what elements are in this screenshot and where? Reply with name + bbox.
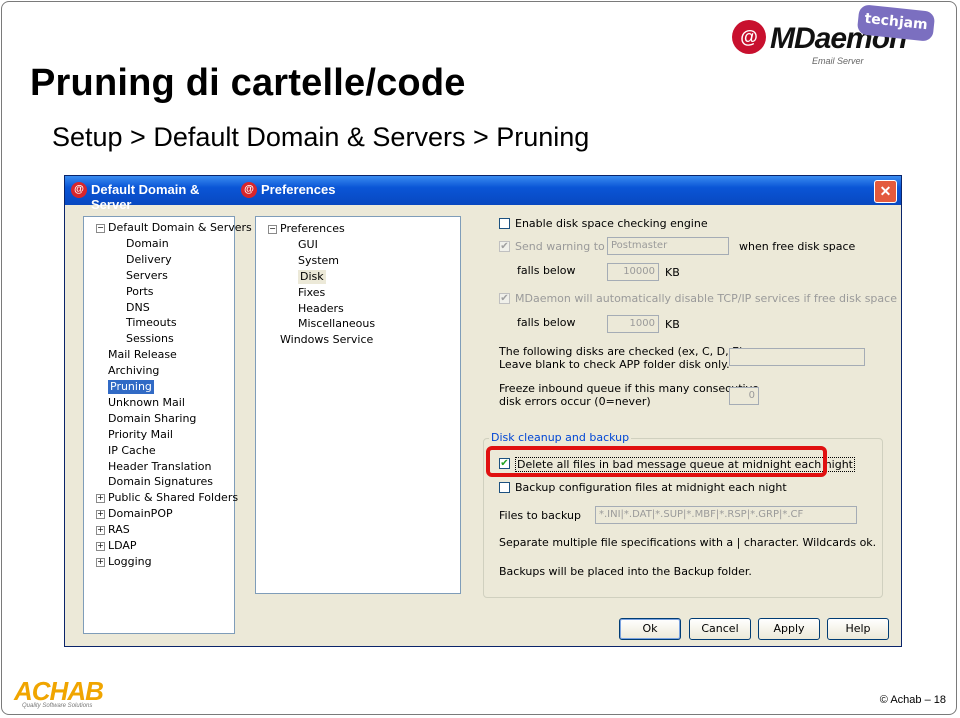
cleanup-group-label: Disk cleanup and backup [489,431,632,444]
send-warning-label: Send warning to [515,240,605,253]
enable-disk-check-label: Enable disk space checking engine [515,217,708,230]
when-free-label: when free disk space [739,240,856,253]
disks-input[interactable] [729,348,865,366]
slide-title: Pruning di cartelle/code [30,62,466,104]
ok-button[interactable]: Ok [619,618,681,640]
help-button[interactable]: Help [827,618,889,640]
auto-disable-checkbox[interactable]: ✔ [499,293,510,304]
backup-config-label: Backup configuration files at midnight e… [515,481,787,494]
freeze-line-2: disk errors occur (0=never) [499,395,651,408]
backup-config-checkbox[interactable] [499,482,510,493]
backup-folder-note: Backups will be placed into the Backup f… [499,565,752,578]
slide-footer: © Achab – 18 [879,694,946,706]
mdaemon-logo-icon: @ [732,20,766,54]
falls-below-label-1: falls below [517,264,576,277]
kb-unit-2: KB [665,318,680,331]
achab-logo-sub: Quality Software Solutions [22,703,93,709]
send-warning-input[interactable]: Postmaster [607,237,729,255]
disks-line-2: Leave blank to check APP folder disk onl… [499,358,730,371]
separate-note: Separate multiple file specifications wi… [499,536,877,549]
preferences-dialog: @ Default Domain & Server @ Preferences … [64,175,902,647]
enable-disk-check-checkbox[interactable] [499,218,510,229]
free-space-input-1[interactable]: 10000 [607,263,659,281]
files-to-backup-label: Files to backup [499,509,581,522]
send-warning-checkbox[interactable]: ✔ [499,241,510,252]
apply-button[interactable]: Apply [758,618,820,640]
brand-sub: Email Server [812,56,864,66]
files-to-backup-input[interactable]: *.INI|*.DAT|*.SUP|*.MBF|*.RSP|*.GRP|*.CF [595,506,857,524]
highlight-box [486,446,827,477]
kb-unit-1: KB [665,266,680,279]
freeze-line-1: Freeze inbound queue if this many consec… [499,382,759,395]
auto-disable-label: MDaemon will automatically disable TCP/I… [515,292,897,305]
disks-line-1: The following disks are checked (ex, C, … [499,345,744,358]
cancel-button[interactable]: Cancel [689,618,751,640]
free-space-input-2[interactable]: 1000 [607,315,659,333]
freeze-input[interactable]: 0 [729,387,759,405]
falls-below-label-2: falls below [517,316,576,329]
disk-panel: Enable disk space checking engine ✔ Send… [65,176,903,648]
slide-subtitle: Setup > Default Domain & Servers > Pruni… [52,122,590,152]
